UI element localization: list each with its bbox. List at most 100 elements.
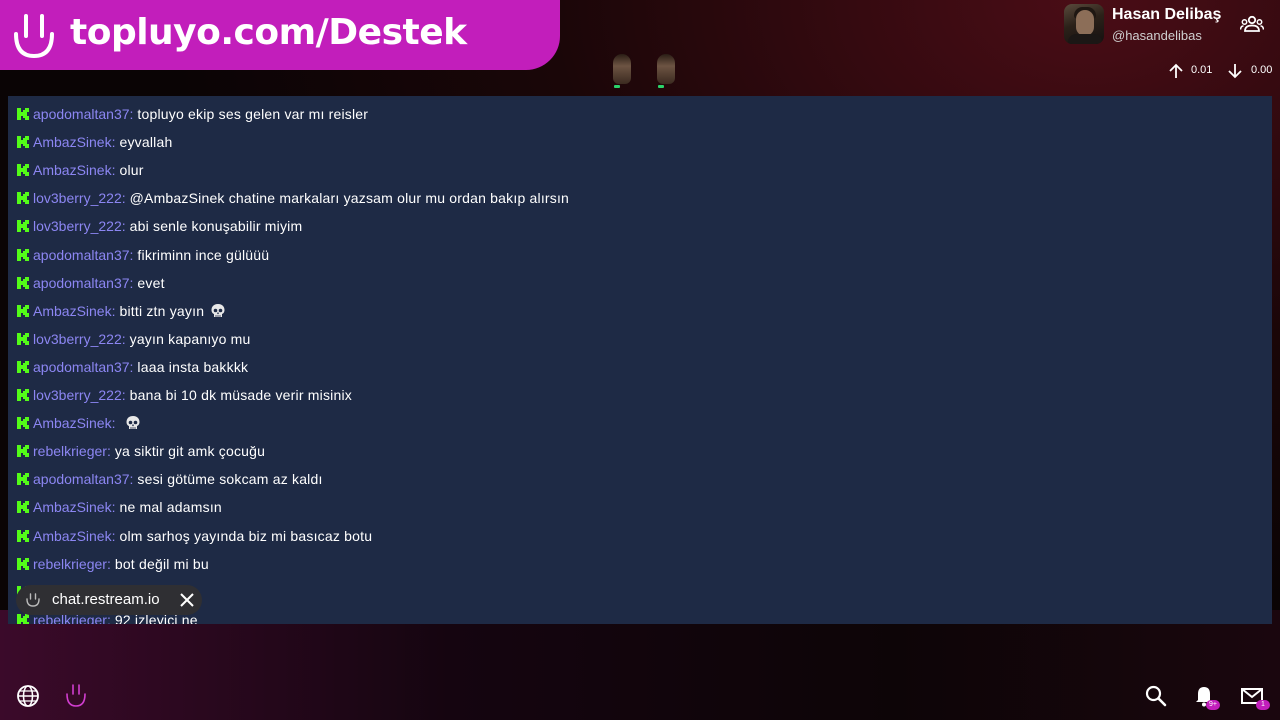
chat-colon: : [111,499,116,516]
mic-indicator [614,85,620,88]
chat-message: lov3berry_222: @AmbazSinek chatine markal… [16,187,569,209]
topluyo-logo-icon [14,14,54,59]
chat-message: AmbazSinek: [16,412,141,434]
toast-text: chat.restream.io [52,591,160,608]
chat-username[interactable]: lov3berry_222 [33,190,122,206]
chat-colon: : [111,302,116,319]
participant-face [657,54,675,84]
chat-colon: : [106,555,111,572]
chat-text: ya siktir git amk çocuğu [114,443,266,460]
chat-username[interactable]: apodomaltan37 [33,471,130,487]
chat-message: apodomaltan37: sesi götüme sokcam az kald… [16,468,323,490]
chat-colon: : [129,246,134,263]
chat-colon: : [121,330,126,347]
chat-message: rebelkrieger: ya siktir git amk çocuğu [16,440,265,462]
chat-colon: : [106,443,111,460]
kick-icon [17,445,29,458]
chat-colon: : [111,527,116,544]
kick-icon [17,248,29,261]
chat-text: olur [119,162,144,179]
chat-username[interactable]: AmbazSinek [33,162,112,178]
download-rate: 0.00 [1251,64,1273,76]
chat-text: abi senle konuşabilir miyim [129,218,303,235]
chat-colon: : [111,162,116,179]
chat-message: apodomaltan37: evet [16,272,165,294]
chat-colon: : [111,134,116,151]
bottom-gradient [0,610,1280,720]
chat-username[interactable]: lov3berry_222 [33,387,122,403]
chat-text: olm sarhoş yayında biz mi basıcaz botu [119,527,373,544]
skull-emoji-icon [211,303,225,317]
topluyo-home-icon[interactable] [64,683,88,707]
chat-username[interactable]: apodomaltan37 [33,106,130,122]
chat-message: AmbazSinek: olur [16,159,144,181]
kick-icon [17,529,29,542]
mail-badge: 1 [1256,700,1270,710]
skull-emoji-icon [126,416,140,430]
chat-username[interactable]: AmbazSinek [33,415,112,431]
chat-message: lov3berry_222: yayın kapanıyo mu [16,328,251,350]
kick-icon [17,220,29,233]
globe-icon[interactable] [16,684,40,708]
kick-icon [17,389,29,401]
chat-text: topluyo ekip ses gelen var mı reisler [137,106,369,122]
notification-badge: 9+ [1206,700,1220,710]
kick-icon [17,417,29,430]
participant-thumbnail[interactable] [612,54,632,90]
chat-text: evet [137,274,165,291]
chat-username[interactable]: AmbazSinek [33,499,112,515]
chat-message: AmbazSinek: olm sarhoş yayında biz mi bas… [16,525,372,547]
chat-text: fikriminn ince gülüüü [137,246,270,263]
kick-icon [17,557,29,570]
chat-username[interactable]: rebelkrieger [33,443,107,459]
chat-colon: : [121,387,126,403]
chat-panel[interactable]: apodomaltan37: topluyo ekip ses gelen var… [8,96,1272,624]
arrow-up-icon [1169,63,1183,78]
chat-text: eyvallah [119,134,173,151]
upload-rate: 0.01 [1191,64,1213,76]
chat-colon: : [121,190,126,207]
participant-thumbnail[interactable] [656,54,676,90]
chat-username[interactable]: apodomaltan37 [33,359,130,375]
chat-username[interactable]: AmbazSinek [33,303,112,319]
chat-message: apodomaltan37: laaa insta bakkkk [16,356,248,378]
kick-icon [17,473,29,486]
chat-colon: : [129,358,134,375]
chat-username[interactable]: lov3berry_222 [33,218,122,234]
chat-colon: : [129,106,134,122]
chat-message: AmbazSinek: bitti ztn yayın [16,300,226,322]
search-icon[interactable] [1144,684,1168,708]
participant-face [613,54,631,84]
chat-text: yayın kapanıyo mu [129,330,251,347]
kick-icon [17,136,29,149]
kick-icon [17,501,29,514]
chat-colon: : [121,218,126,235]
chat-message: AmbazSinek: eyvallah [16,131,172,153]
chat-message: apodomaltan37: topluyo ekip ses gelen var… [16,103,368,125]
people-icon[interactable] [1240,14,1264,34]
chat-colon: : [129,274,134,291]
chat-username[interactable]: apodomaltan37 [33,275,130,291]
kick-icon [17,108,29,120]
chat-username[interactable]: AmbazSinek [33,528,112,544]
arrow-down-icon [1228,64,1242,79]
chat-username[interactable]: lov3berry_222 [33,331,122,347]
profile-name: Hasan Delibaş [1112,6,1222,23]
banner-text: topluyo.com/Destek [70,12,467,53]
url-toast: chat.restream.io [16,585,202,615]
chat-text: @AmbazSinek chatine markaları yazsam olu… [129,190,570,207]
profile-avatar[interactable] [1064,4,1104,44]
chat-message: lov3berry_222: abi senle konuşabilir miyi… [16,215,302,237]
topluyo-logo-icon [26,593,40,607]
chat-username[interactable]: apodomaltan37 [33,247,130,263]
chat-username[interactable]: rebelkrieger [33,556,107,572]
chat-message: apodomaltan37: fikriminn ince gülüüü [16,244,269,266]
chat-text: laaa insta bakkkk [137,358,249,375]
chat-colon: : [111,415,116,432]
close-icon[interactable] [179,592,195,608]
profile-handle: @hasandelibas [1112,28,1202,43]
chat-username[interactable]: AmbazSinek [33,134,112,150]
chat-text: sesi götüme sokcam az kaldı [137,471,323,488]
kick-icon [17,192,29,205]
chat-text: bana bi 10 dk müsade verir misinix [129,387,352,403]
